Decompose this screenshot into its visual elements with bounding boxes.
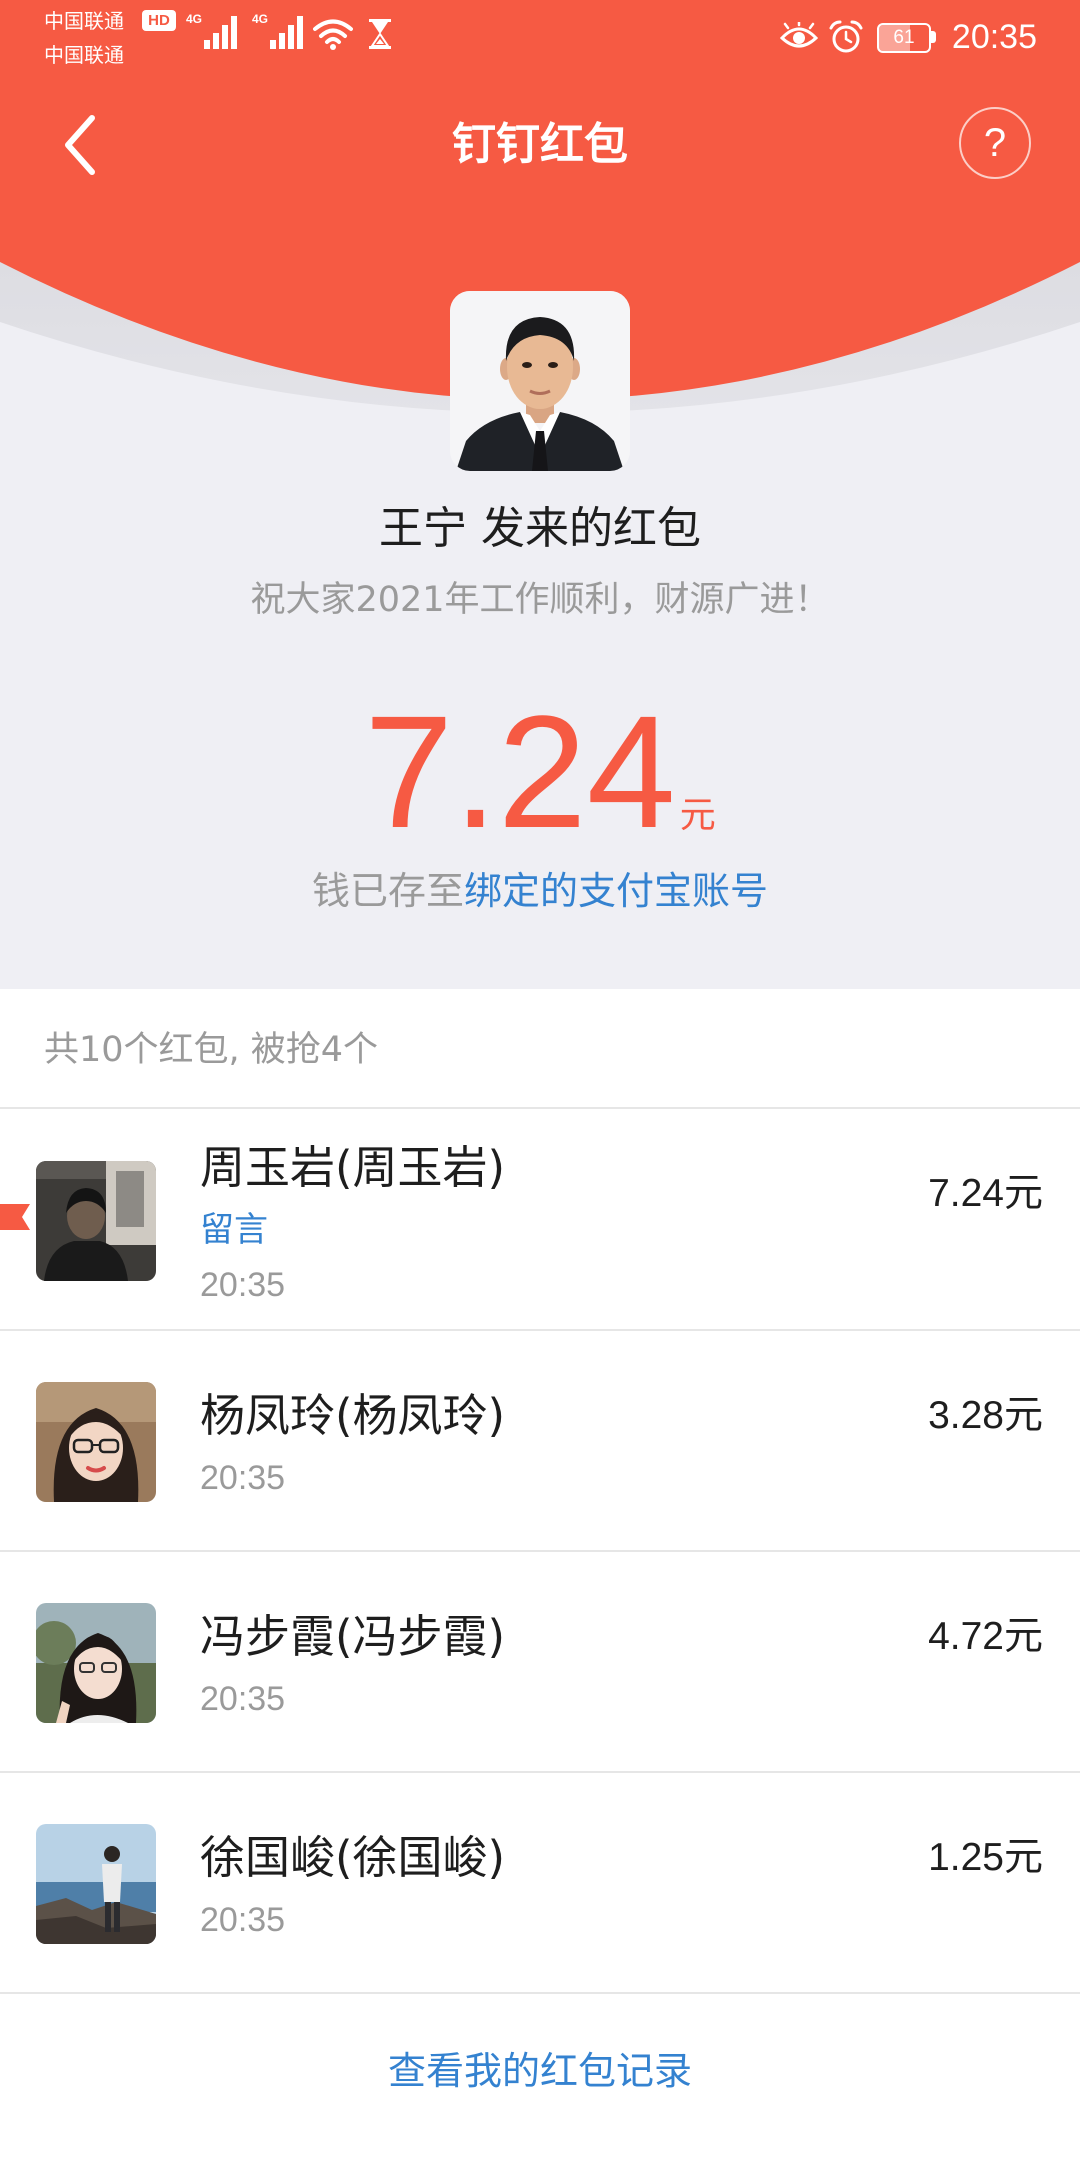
receive-time: 20:35	[200, 1266, 286, 1304]
eye-icon	[780, 22, 818, 48]
alarm-icon	[829, 20, 863, 53]
signal-icon	[204, 16, 237, 49]
receiver-name: 冯步霞(冯步霞)	[200, 1610, 506, 1663]
hd-badge: HD	[142, 10, 176, 31]
avatar[interactable]	[36, 1161, 156, 1281]
receive-amount: 3.28元	[928, 1394, 1043, 1437]
battery-icon: 61	[877, 23, 931, 53]
received-amount: 7.24 元	[0, 692, 1080, 852]
page-title: 钉钉红包	[452, 119, 628, 170]
avatar[interactable]	[36, 1824, 156, 1944]
avatar-photo	[36, 1382, 156, 1502]
avatar-photo	[36, 1603, 156, 1723]
avatar-photo	[36, 1824, 156, 1944]
list-item[interactable]: 杨凤玲(杨凤玲) 20:35 3.28元	[0, 1331, 1080, 1552]
receive-time: 20:35	[200, 1680, 286, 1718]
avatar[interactable]	[36, 1382, 156, 1502]
deposit-prefix: 钱已存至	[311, 869, 464, 913]
amount-value: 7.24	[364, 682, 676, 861]
receiver-name: 徐国峻(徐国峻)	[200, 1831, 506, 1884]
view-history-link[interactable]: 查看我的红包记录	[0, 2047, 1080, 2095]
receive-time: 20:35	[200, 1901, 286, 1939]
flag-marker-icon	[0, 1204, 30, 1230]
list-item[interactable]: 冯步霞(冯步霞) 20:35 4.72元	[0, 1552, 1080, 1773]
help-button[interactable]: ?	[959, 107, 1031, 179]
receive-time: 20:35	[200, 1459, 286, 1497]
status-time: 20:35	[951, 18, 1037, 56]
sim1-network-label: 4G	[186, 12, 203, 26]
wifi-icon	[313, 19, 353, 50]
alipay-account-link[interactable]: 绑定的支付宝账号	[464, 869, 768, 913]
list-item[interactable]: 周玉岩(周玉岩) 留言 20:35 7.24元	[0, 1110, 1080, 1331]
sender-title: 王宁 发来的红包	[379, 503, 701, 554]
receive-amount: 1.25元	[928, 1836, 1043, 1879]
deposit-info: 钱已存至绑定的支付宝账号	[0, 867, 1080, 915]
receive-amount: 4.72元	[928, 1615, 1043, 1658]
carrier-name-secondary: 中国联通	[44, 43, 124, 67]
carrier-name-primary: 中国联通	[44, 9, 124, 33]
sender-avatar[interactable]	[450, 291, 630, 471]
sim2-network-label: 4G	[252, 12, 269, 26]
battery-nub	[931, 31, 936, 43]
summary-text: 共10个红包, 被抢4个	[44, 1030, 379, 1070]
battery-level: 61	[893, 27, 915, 48]
summary-row: 共10个红包, 被抢4个	[0, 989, 1080, 1109]
blessing-message: 祝大家2021年工作顺利，财源广进！	[250, 580, 830, 620]
amount-unit: 元	[679, 795, 716, 836]
receiver-name: 周玉岩(周玉岩)	[200, 1141, 506, 1194]
hourglass-icon	[369, 19, 391, 49]
message-link[interactable]: 留言	[200, 1208, 268, 1252]
signal-icon	[270, 16, 303, 49]
avatar-photo	[36, 1161, 156, 1281]
receive-amount: 7.24元	[928, 1172, 1043, 1215]
avatar-photo	[450, 291, 630, 471]
avatar[interactable]	[36, 1603, 156, 1723]
receiver-name: 杨凤玲(杨凤玲)	[200, 1389, 506, 1442]
list-item[interactable]: 徐国峻(徐国峻) 20:35 1.25元	[0, 1773, 1080, 1994]
